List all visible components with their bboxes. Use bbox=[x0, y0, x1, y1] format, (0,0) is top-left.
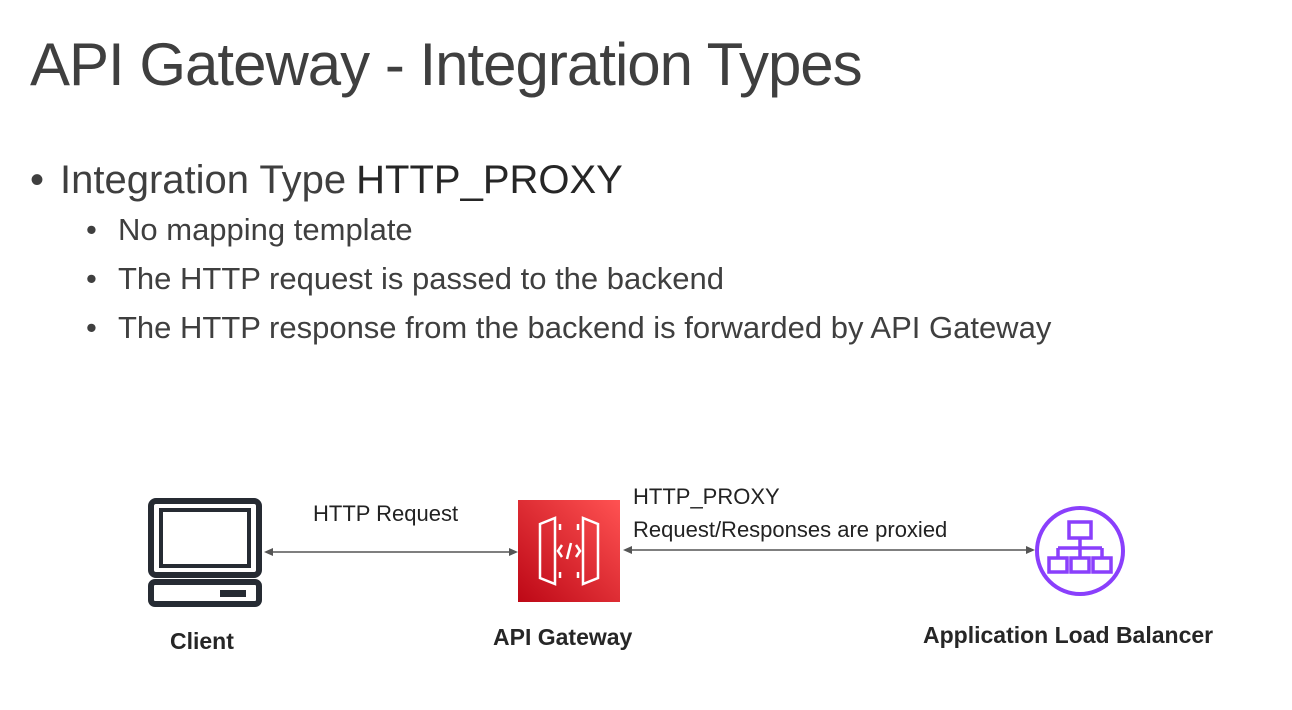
bidirectional-arrow bbox=[264, 548, 518, 556]
slide-title: API Gateway - Integration Types bbox=[30, 31, 863, 98]
bullet-dot: • bbox=[30, 158, 45, 202]
sub-bullet: • The HTTP request is passed to the back… bbox=[30, 261, 1051, 310]
alb-label: Application Load Balancer bbox=[923, 622, 1214, 648]
bullet-list: • Integration Type HTTP_PROXY • No mappi… bbox=[30, 158, 1051, 359]
bullet-dot: • bbox=[86, 261, 97, 296]
bullet-emphasis: HTTP_PROXY bbox=[356, 158, 623, 202]
sub-bullet-text: No mapping template bbox=[118, 212, 413, 247]
sub-bullet: • No mapping template bbox=[30, 212, 1051, 261]
laptop-icon bbox=[148, 498, 262, 607]
client-label: Client bbox=[170, 628, 234, 654]
bullet-integration-type: • Integration Type HTTP_PROXY bbox=[30, 158, 1051, 212]
http-proxy-label: HTTP_PROXY bbox=[633, 484, 780, 509]
sub-bullet-text: The HTTP response from the backend is fo… bbox=[118, 310, 1052, 345]
architecture-diagram: Client HTTP Request API Gateway HTTP_PRO… bbox=[0, 470, 1292, 710]
bullet-text: Integration Type bbox=[60, 158, 347, 202]
proxied-label: Request/Responses are proxied bbox=[633, 517, 948, 542]
sub-bullet-text: The HTTP request is passed to the backen… bbox=[118, 261, 724, 296]
sub-bullet: • The HTTP response from the backend is … bbox=[30, 310, 1051, 359]
http-request-label: HTTP Request bbox=[313, 501, 459, 526]
load-balancer-icon bbox=[1035, 506, 1125, 596]
api-gateway-label: API Gateway bbox=[493, 624, 633, 650]
bidirectional-arrow bbox=[623, 546, 1035, 554]
api-gateway-icon bbox=[518, 500, 620, 602]
bullet-dot: • bbox=[86, 310, 97, 345]
bullet-dot: • bbox=[86, 212, 97, 247]
